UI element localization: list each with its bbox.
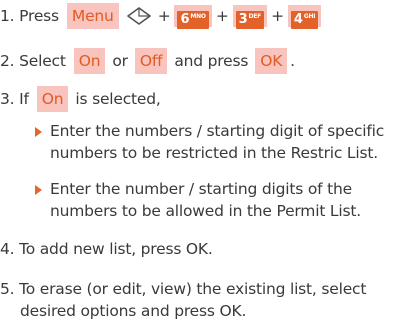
step-2-prefix: 2. Select [0,52,66,70]
key-4: 4GHI [290,11,319,29]
step-4-text: 4. To add new list, press OK. [0,240,213,258]
or-text: or [112,52,128,70]
bullet-2-text: Enter the number / starting digits of th… [50,180,352,198]
step-1: 1. Press Menu + 6MNO + 3DEF + 4GHI [0,3,323,29]
step-3-prefix: 3. If [0,90,29,108]
step-5-line-1: 5. To erase (or edit, view) the existing… [0,278,366,300]
bullet-2-line-1: Enter the number / starting digits of th… [35,178,352,200]
plus-sign: + [215,7,229,25]
step-3: 3. If On is selected, [0,86,161,112]
instruction-page: 1. Press Menu + 6MNO + 3DEF + 4GHI 2. Se… [0,0,412,330]
menu-key-label: Menu [66,3,119,29]
bullet-1-line-1: Enter the numbers / starting digit of sp… [35,120,384,142]
step-1-prefix: 1. Press [0,7,59,25]
and-press-text: and press [174,52,249,70]
bullet-1-text: Enter the numbers / starting digit of sp… [50,122,385,140]
step-5-line-2: desired options and press OK. [20,300,246,322]
on-option-label: On [73,48,106,74]
key-6-box: 6MNO [174,5,212,29]
bullet-1-line-2: numbers to be restricted in the Restric … [50,142,378,164]
plus-sign: + [271,7,284,25]
bullet-triangle-icon [35,185,42,195]
key-3-box: 3DEF [232,5,268,29]
key-4-box: 4GHI [287,5,322,29]
step-3-suffix: is selected, [75,90,161,108]
key-6: 6MNO [177,11,209,29]
step-2: 2. Select On or Off and press OK . [0,48,295,74]
on-option-label: On [36,86,69,112]
step-4: 4. To add new list, press OK. [0,238,213,260]
ok-key-label: OK [255,48,288,74]
bullet-2-text-cont: numbers to be allowed in the Permit List… [50,202,361,220]
plus-sign: + [157,7,171,25]
key-3: 3DEF [235,11,265,29]
bullet-2-line-2: numbers to be allowed in the Permit List… [50,200,361,222]
step-5-text: 5. To erase (or edit, view) the existing… [0,280,367,298]
bullet-triangle-icon [35,127,42,137]
step-2-period: . [290,52,295,70]
off-option-label: Off [134,48,168,74]
navigation-key-icon [126,7,151,25]
bullet-1-text-cont: numbers to be restricted in the Restric … [50,144,378,162]
step-5-text-cont: desired options and press OK. [20,302,247,320]
